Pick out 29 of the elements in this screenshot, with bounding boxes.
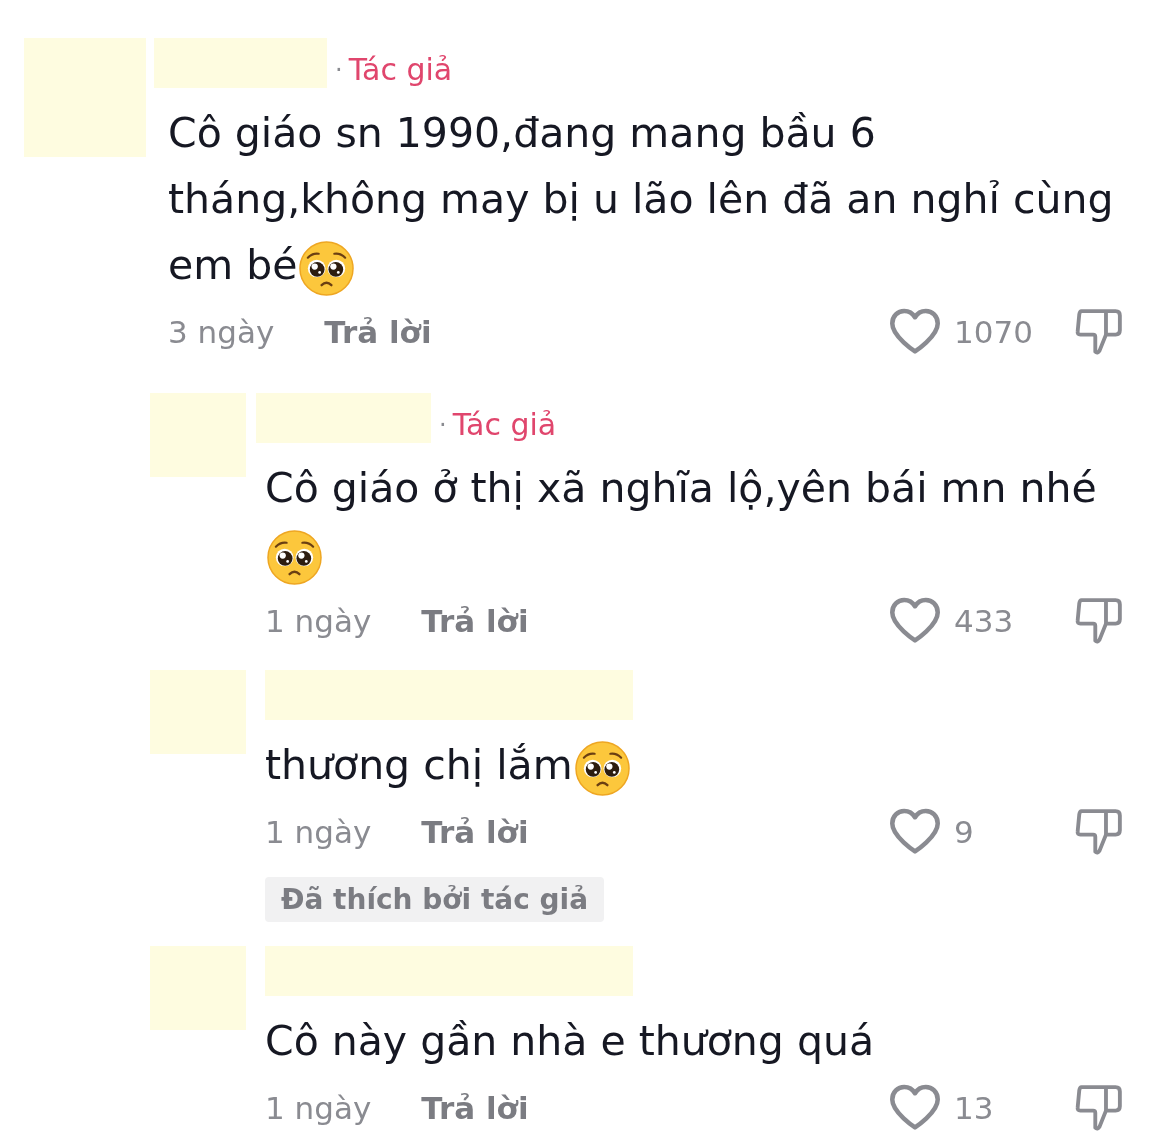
- comment-text: Cô giáo ở thị xã nghĩa lộ,yên bái mn nhé: [265, 464, 1097, 512]
- heart-icon[interactable]: [890, 597, 940, 645]
- thumbs-down-icon[interactable]: [1075, 597, 1122, 645]
- like-count: 433: [954, 601, 1014, 641]
- comment-time: 3 ngày: [168, 312, 275, 352]
- like-count: 9: [954, 812, 974, 852]
- reply-button[interactable]: Trả lời: [421, 597, 529, 645]
- thumbs-down-icon[interactable]: [1075, 308, 1122, 356]
- comment-time: 1 ngày: [265, 812, 372, 852]
- comment-text: Cô giáo sn 1990,đang mang bầu 6 tháng,không may bị u lão lên đã an nghỉ cùng em bé: [168, 109, 1114, 289]
- reply-button[interactable]: Trả lời: [324, 308, 432, 356]
- comment-text: thương chị lắm: [265, 741, 573, 789]
- comment-text: Cô này gần nhà e thương quá: [265, 1017, 874, 1065]
- heart-icon[interactable]: [890, 808, 940, 856]
- author-label: Tác giả: [452, 407, 557, 443]
- thumbs-down-icon[interactable]: [1075, 808, 1122, 856]
- heart-icon[interactable]: [890, 308, 940, 356]
- like-count: 1070: [954, 312, 1033, 352]
- comment-time: 1 ngày: [265, 601, 372, 641]
- reply-button[interactable]: Trả lời: [421, 808, 529, 856]
- author-label: Tác giả: [348, 52, 453, 88]
- separator-dot: ·: [335, 55, 343, 86]
- like-count: 13: [954, 1088, 994, 1128]
- separator-dot: ·: [439, 410, 447, 441]
- thumbs-down-icon[interactable]: [1075, 1084, 1122, 1132]
- liked-by-author-badge: Đã thích bởi tác giả: [265, 877, 605, 922]
- reply-button[interactable]: Trả lời: [421, 1084, 529, 1132]
- comment-time: 1 ngày: [265, 1088, 372, 1128]
- heart-icon[interactable]: [890, 1084, 940, 1132]
